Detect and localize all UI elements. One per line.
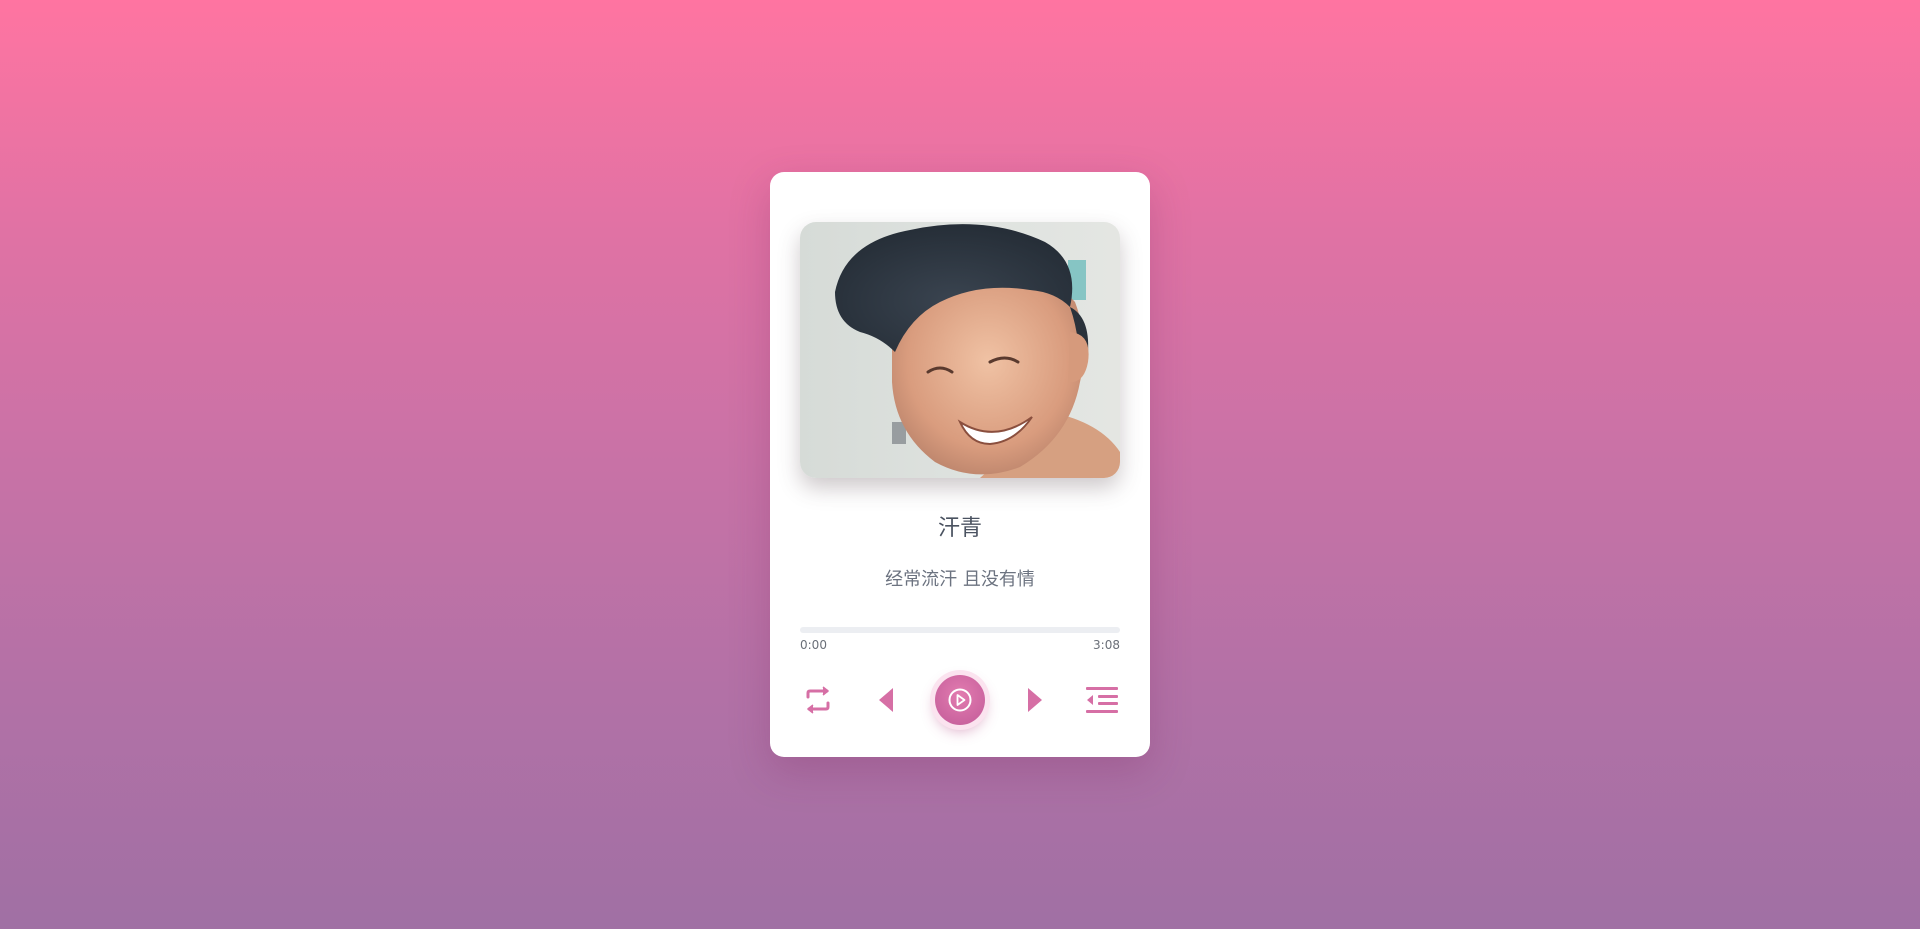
play-button[interactable]: [935, 675, 985, 725]
total-time: 3:08: [1093, 638, 1120, 652]
album-cover-image: [800, 222, 1120, 478]
previous-icon: [877, 687, 895, 713]
next-button[interactable]: [1023, 682, 1047, 718]
previous-button[interactable]: [874, 682, 898, 718]
playlist-icon: [1085, 684, 1119, 716]
music-player-card: 汗青 经常流汗 且没有情 0:00 3:08: [770, 172, 1150, 757]
playlist-button[interactable]: [1084, 682, 1120, 718]
track-subtitle: 经常流汗 且没有情: [885, 569, 1035, 590]
next-icon: [1026, 687, 1044, 713]
track-title: 汗青: [937, 516, 982, 541]
album-cover-photo: [800, 222, 1120, 478]
play-icon: [947, 687, 973, 713]
repeat-button[interactable]: [800, 682, 836, 718]
repeat-icon: [802, 684, 834, 716]
progress-bar[interactable]: [800, 627, 1120, 633]
current-time: 0:00: [800, 638, 827, 652]
